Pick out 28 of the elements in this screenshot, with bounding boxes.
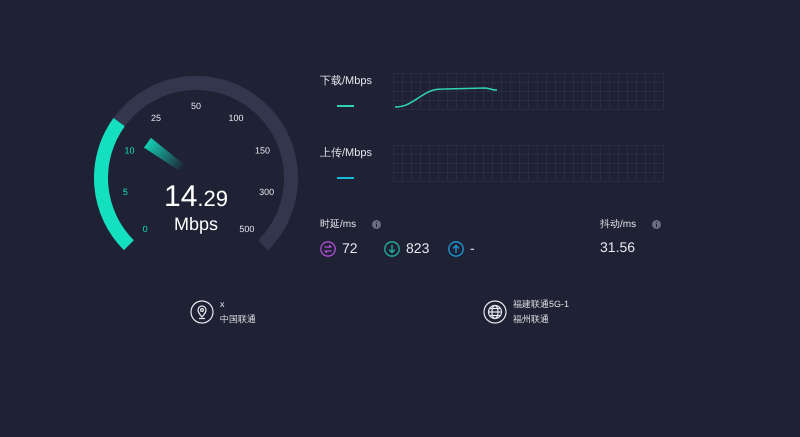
latency-value: 823 [406,239,430,258]
gauge-tick-label: 100 [228,113,244,124]
jitter-label: 抖动/ms [600,218,636,232]
latency-label: 时延/ms [320,218,356,232]
speed-unit: Mbps [174,214,218,234]
provider-name: 中国联通 [220,313,256,326]
globe-icon [483,300,507,324]
chart-label: 上传/Mbps [320,146,373,161]
gauge-tick-label: 150 [255,145,270,156]
provider-name: 福州联通 [513,313,550,326]
gauge-tick-label: 500 [239,224,254,234]
gauge-tick-label: 25 [151,113,161,124]
speed-value: 14.29 [164,180,228,213]
gauge-needle [144,138,184,171]
place-name: x [220,298,226,311]
jitter-value: 31.56 [600,238,636,257]
latency-value: 72 [342,239,358,258]
place-name: 福建联通5G-1 [513,298,570,311]
info-icon[interactable] [372,220,382,229]
info-icon[interactable] [652,220,662,229]
gauge-tick-label: 50 [191,101,201,111]
latency-value: - [470,239,475,258]
gauge-tick-label: 0 [142,224,148,234]
gauge-tick-label: 5 [122,187,128,198]
gauge-tick-label: 300 [259,187,274,198]
gauge-tick-label: 10 [124,145,134,156]
chart-label: 下载/Mbps [320,74,373,89]
location-pin-icon [190,300,214,324]
